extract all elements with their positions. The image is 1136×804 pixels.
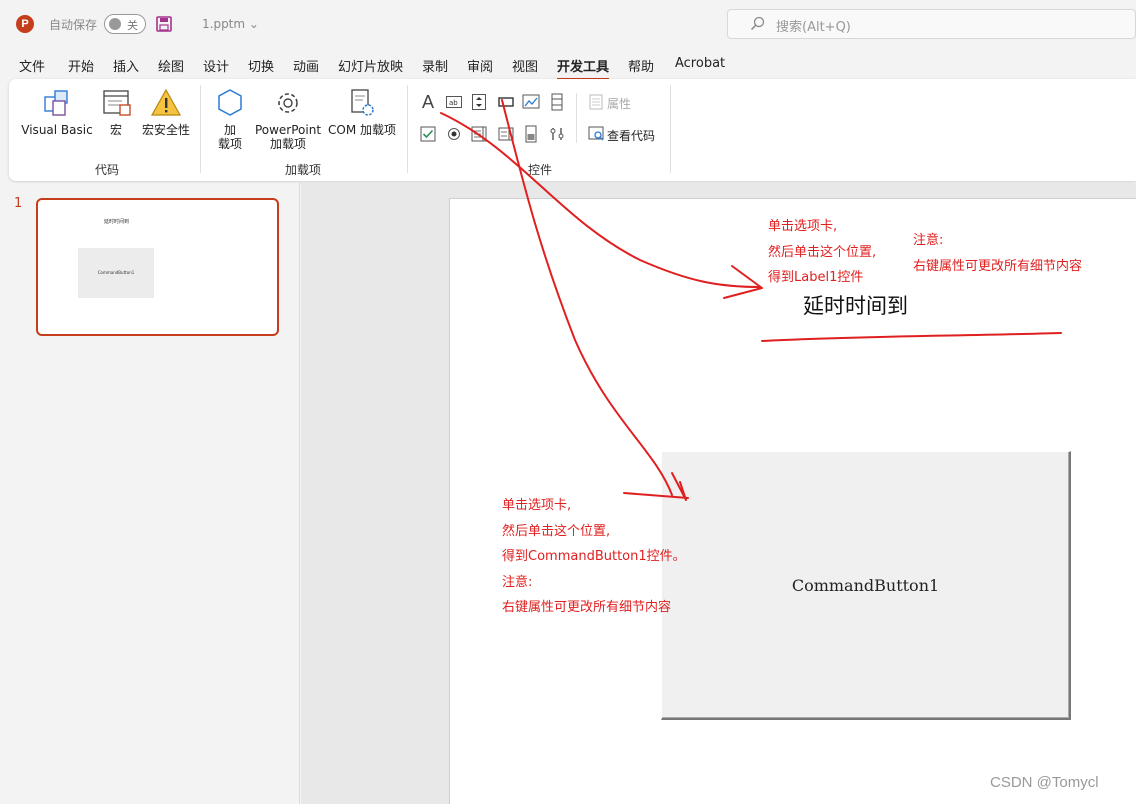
toggle-button-control-icon[interactable] [522,125,540,143]
powerpoint-app-icon: P [16,15,34,33]
hexagon-icon [218,89,242,116]
autosave-toggle[interactable]: 关 [104,14,146,34]
spinbutton-control-icon[interactable] [470,93,488,111]
toggle-knob [109,18,121,30]
svg-text:ab: ab [449,99,458,107]
scrollbar-control-icon[interactable] [548,93,566,111]
combobox-control-icon[interactable] [497,125,515,143]
annotation-label-note: 单击选项卡, 然后单击这个位置, 得到Label1控件 [768,219,877,285]
command-button1[interactable]: CommandButton1 [661,451,1071,720]
annotation-button-note: 单击选项卡, 然后单击这个位置, 得到CommandButton1控件。 注意:… [502,498,686,615]
watermark: CSDN @Tomycl [990,774,1099,791]
search-input[interactable]: 搜索(Alt+Q) [727,9,1136,39]
gear-icon [278,93,298,113]
image-control-icon[interactable] [522,93,540,111]
properties-button[interactable]: 属性 [607,95,631,112]
option-button-control-icon[interactable] [445,125,463,143]
tab-file[interactable]: 文件 [19,56,45,75]
annotation-label-tip: 注意: 右键属性可更改所有细节内容 [913,233,1083,274]
search-icon [750,16,765,31]
group-label-controls: 控件 [528,163,553,177]
view-code-button[interactable]: 查看代码 [607,127,655,144]
slide-number: 1 [14,196,23,211]
group-divider [576,93,577,143]
autosave-state: 关 [127,19,138,32]
slide-thumbnail[interactable]: 延时时间到 CommandButton1 [36,198,279,336]
label1-control[interactable]: 延时时间到 [803,290,908,320]
tab-review[interactable]: 审阅 [467,56,493,75]
properties-icon [587,93,605,111]
tab-transitions[interactable]: 切换 [248,56,274,75]
ribbon: Visual Basic 宏 宏安全性 代码 加载项 PowerPoint 加载… [9,79,1136,181]
tab-record[interactable]: 录制 [422,56,448,75]
group-label-addins: 加载项 [285,163,322,177]
powerpoint-addins-button[interactable]: PowerPoint 加载项 [253,87,323,151]
group-label-code: 代码 [95,163,120,177]
visual-basic-button[interactable]: Visual Basic [21,87,93,137]
view-code-icon [587,125,605,143]
listbox-control-icon[interactable] [470,125,488,143]
group-divider [200,85,201,173]
warning-icon [150,88,182,116]
ribbon-tabs: 文件 开始 插入 绘图 设计 切换 动画 幻灯片放映 录制 审阅 视图 开发工具… [0,50,1136,80]
slides-panel: 1 延时时间到 CommandButton1 [0,183,300,804]
tab-design[interactable]: 设计 [203,56,229,75]
textbox-control-icon[interactable]: ab [445,93,463,111]
thumbnail-title: 延时时间到 [104,219,130,225]
macro-button[interactable]: 宏 [99,87,133,137]
tab-draw[interactable]: 绘图 [158,56,184,75]
command-button-caption: CommandButton1 [791,575,940,595]
tab-animations[interactable]: 动画 [293,56,319,75]
addins-button[interactable]: 加载项 [213,87,247,151]
tab-help[interactable]: 帮助 [628,56,654,75]
visual-basic-icon [44,90,68,116]
tab-developer[interactable]: 开发工具 [557,56,610,80]
tab-insert[interactable]: 插入 [113,56,139,75]
command-button-control-icon[interactable] [497,93,515,111]
label-control-icon[interactable]: A [419,92,437,112]
tab-home[interactable]: 开始 [68,56,94,75]
title-bar: P 自动保存 关 1.pptm ⌄ 搜索(Alt+Q) [0,0,1136,48]
thumbnail-button: CommandButton1 [78,248,154,298]
tab-slideshow[interactable]: 幻灯片放映 [338,56,403,75]
tab-acrobat[interactable]: Acrobat [675,56,725,71]
macro-security-button[interactable]: 宏安全性 [139,87,193,137]
checkbox-control-icon[interactable] [419,125,437,143]
macro-icon [103,90,131,116]
save-icon[interactable] [156,16,172,32]
group-divider [407,85,408,173]
autosave-label: 自动保存 [49,18,98,32]
file-name[interactable]: 1.pptm ⌄ [202,17,259,31]
tab-view[interactable]: 视图 [512,56,538,75]
com-addins-button[interactable]: COM 加载项 [325,87,399,137]
group-divider [670,85,671,173]
search-placeholder: 搜索(Alt+Q) [776,20,851,35]
more-controls-icon[interactable] [548,125,566,143]
com-addins-icon [351,89,374,116]
